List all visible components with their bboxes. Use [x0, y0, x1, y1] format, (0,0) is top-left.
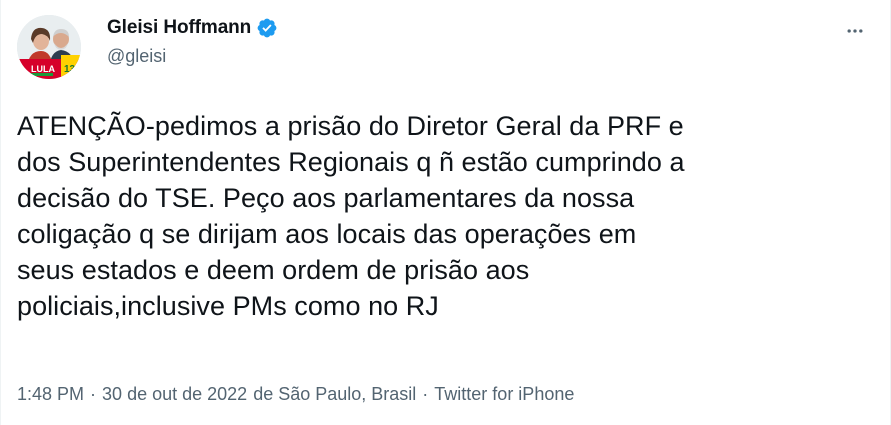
verified-badge-icon: [256, 17, 278, 39]
tweet-location: de São Paulo, Brasil: [253, 384, 417, 404]
tweet-time-link[interactable]: 1:48 PM: [17, 384, 84, 405]
more-options-button[interactable]: [838, 14, 872, 48]
tweet-date-link[interactable]: 30 de out de 2022: [102, 384, 247, 405]
more-horizontal-icon: [847, 29, 863, 33]
tweet-card: LULA 13 Gleisi Hoffmann @gleisi ATENÇÃO-…: [0, 0, 891, 425]
tweet-source-link[interactable]: Twitter for iPhone: [434, 384, 574, 405]
meta-separator: ·: [90, 384, 97, 404]
author-handle[interactable]: @gleisi: [107, 46, 278, 67]
display-name-row: Gleisi Hoffmann: [107, 16, 278, 40]
avatar-badge-text: LULA: [31, 64, 55, 74]
tweet-text: ATENÇÃO-pedimos a prisão do Diretor Gera…: [17, 111, 685, 321]
avatar-image: LULA 13: [17, 15, 81, 79]
display-name[interactable]: Gleisi Hoffmann: [107, 17, 251, 39]
avatar[interactable]: LULA 13: [17, 15, 81, 79]
meta-separator: ·: [422, 384, 429, 404]
author-info: Gleisi Hoffmann @gleisi: [107, 16, 278, 67]
tweet-metadata: 1:48 PM · 30 de out de 2022 de São Paulo…: [17, 384, 574, 405]
avatar-badge-number: 13: [64, 64, 76, 75]
